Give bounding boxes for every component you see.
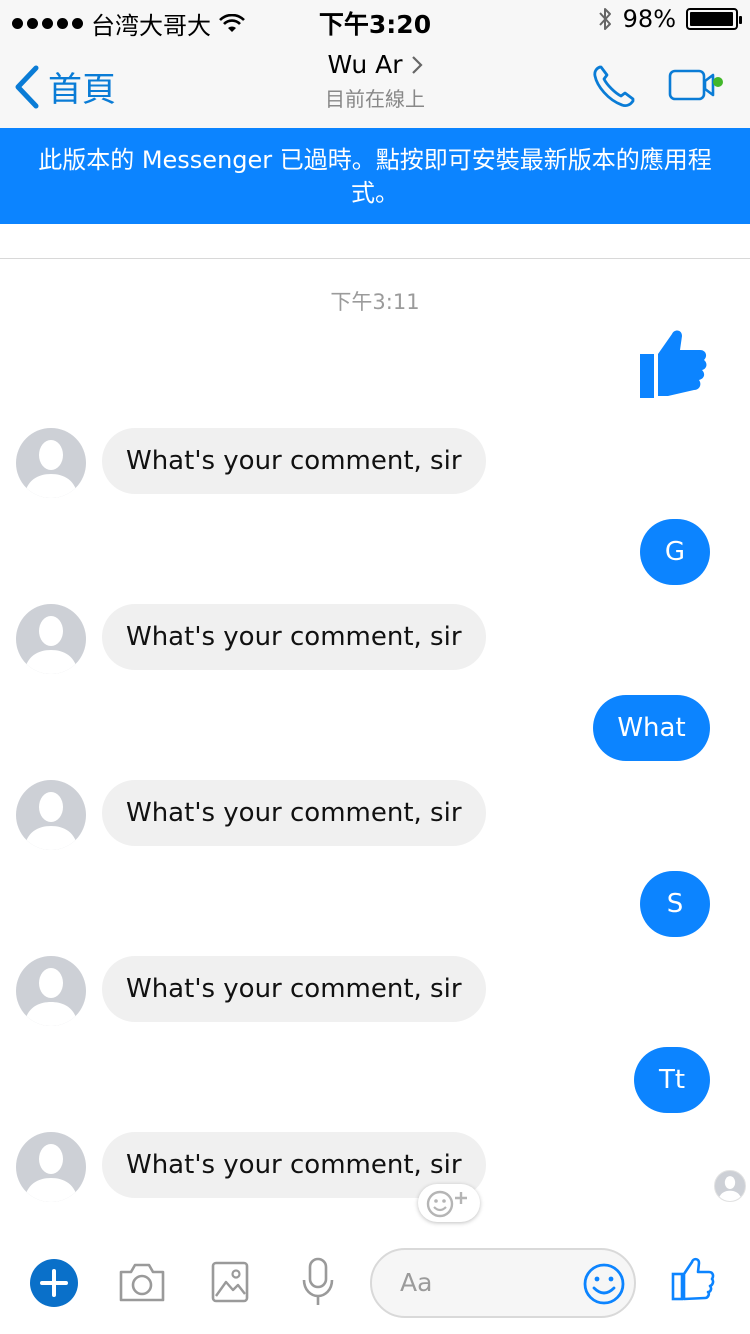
bluetooth-icon	[598, 8, 611, 30]
seen-indicator-avatar	[714, 1170, 746, 1202]
outgoing-message[interactable]: What	[593, 695, 710, 761]
incoming-message[interactable]: What's your comment, sir	[102, 428, 486, 494]
outgoing-message[interactable]: G	[640, 519, 710, 585]
person-silhouette-icon	[718, 1176, 742, 1201]
camera-icon[interactable]	[117, 1260, 167, 1304]
contact-avatar[interactable]	[16, 780, 86, 850]
more-actions-button[interactable]	[30, 1259, 78, 1307]
nav-bar: 首頁 Wu Ar 目前在線上	[0, 40, 750, 128]
thumbs-up-icon[interactable]	[670, 1256, 716, 1302]
composer-bar: Aa	[0, 1240, 750, 1334]
message-timestamp: 下午3:11	[330, 290, 420, 314]
contact-avatar[interactable]	[16, 428, 86, 498]
contact-avatar[interactable]	[16, 1132, 86, 1202]
outgoing-message[interactable]: S	[640, 871, 710, 937]
person-silhouette-icon	[24, 616, 78, 674]
battery-icon	[686, 8, 742, 30]
chevron-right-icon	[411, 55, 423, 74]
contact-name: Wu Ar	[327, 50, 403, 79]
contact-avatar[interactable]	[16, 604, 86, 674]
message-input[interactable]: Aa	[370, 1248, 636, 1318]
message-input-placeholder: Aa	[400, 1268, 433, 1297]
outgoing-message[interactable]: Tt	[634, 1047, 710, 1113]
add-reaction-button[interactable]	[418, 1184, 480, 1222]
outdated-version-banner[interactable]: 此版本的 Messenger 已過時。點按即可安裝最新版本的應用程式。	[0, 128, 750, 224]
person-silhouette-icon	[24, 1144, 78, 1202]
thumbs-up-icon[interactable]	[638, 326, 708, 400]
person-silhouette-icon	[24, 968, 78, 1026]
microphone-icon[interactable]	[301, 1256, 335, 1308]
image-icon[interactable]	[210, 1260, 250, 1304]
phone-icon[interactable]	[590, 62, 638, 110]
battery-group: 98%	[597, 5, 742, 33]
plus-icon	[40, 1269, 68, 1297]
incoming-message[interactable]: What's your comment, sir	[102, 604, 486, 670]
smiley-icon[interactable]	[582, 1262, 626, 1306]
status-bar: 台湾大哥大 下午3:20 98%	[0, 0, 750, 40]
banner-text: 此版本的 Messenger 已過時。點按即可安裝最新版本的應用程式。	[38, 146, 712, 207]
video-camera-icon[interactable]	[668, 68, 724, 102]
battery-percent: 98%	[622, 5, 676, 33]
incoming-message[interactable]: What's your comment, sir	[102, 780, 486, 846]
contact-avatar[interactable]	[16, 956, 86, 1026]
divider	[0, 258, 750, 259]
person-silhouette-icon	[24, 792, 78, 850]
add-reaction-icon	[426, 1190, 467, 1218]
person-silhouette-icon	[24, 440, 78, 498]
incoming-message[interactable]: What's your comment, sir	[102, 956, 486, 1022]
